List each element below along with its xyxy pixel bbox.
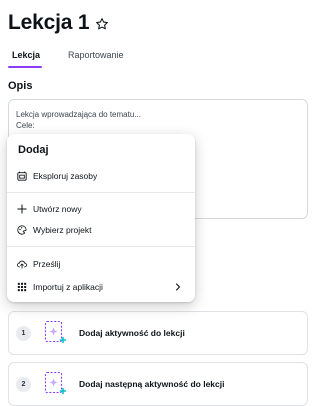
menu-item-explore-resources[interactable]: Eksploruj zasoby: [7, 166, 195, 186]
active-tab-indicator: [8, 66, 42, 68]
chevron-right-icon: [175, 283, 181, 291]
tab-raportowanie[interactable]: Raportowanie: [68, 50, 124, 68]
star-icon[interactable]: [95, 17, 109, 31]
menu-item-label: Prześlij: [33, 259, 61, 269]
menu-title: Dodaj: [18, 144, 49, 156]
tab-label: Raportowanie: [68, 50, 124, 60]
description-line: Lekcja wprowadzająca do tematu...: [16, 110, 141, 119]
menu-item-choose-design[interactable]: Wybierz projekt: [7, 220, 195, 240]
plus-icon: [17, 204, 27, 214]
menu-item-label: Wybierz projekt: [33, 225, 92, 235]
activity-card-2[interactable]: 2 Dodaj następną aktywność do lekcji: [8, 362, 308, 406]
menu-item-label: Eksploruj zasoby: [33, 171, 98, 181]
description-heading: Opis: [8, 80, 33, 92]
design-icon: [17, 225, 27, 235]
menu-item-import-from-apps[interactable]: Importuj z aplikacji: [7, 277, 195, 297]
add-menu-popover: Dodaj Eksploruj zasoby Utwórz nowy Wybie…: [7, 134, 195, 302]
menu-item-create-new[interactable]: Utwórz nowy: [7, 199, 195, 219]
tab-lekcja[interactable]: Lekcja: [8, 50, 42, 68]
activity-label: Dodaj następną aktywność do lekcji: [79, 379, 225, 389]
tab-bar: Lekcja Raportowanie: [8, 50, 124, 68]
menu-divider: [7, 246, 195, 247]
menu-item-upload[interactable]: Prześlij: [7, 254, 195, 274]
menu-item-label: Importuj z aplikacji: [33, 282, 103, 292]
menu-divider: [7, 192, 195, 193]
page-title: Lekcja 1: [8, 11, 90, 34]
library-icon: [17, 171, 27, 181]
activity-card-1[interactable]: 1 Dodaj aktywność do lekcji: [8, 311, 308, 355]
page-header: Lekcja 1: [8, 11, 109, 35]
menu-item-label: Utwórz nowy: [33, 204, 82, 214]
upload-cloud-icon: [17, 260, 27, 269]
activity-number-badge: 2: [16, 377, 31, 392]
add-activity-icon: [44, 371, 67, 395]
activity-number-badge: 1: [16, 326, 31, 341]
tab-label: Lekcja: [12, 50, 41, 60]
add-activity-icon: [44, 320, 67, 344]
activity-label: Dodaj aktywność do lekcji: [79, 328, 185, 338]
apps-grid-icon: [17, 282, 27, 292]
description-line: Cele:: [16, 121, 35, 130]
